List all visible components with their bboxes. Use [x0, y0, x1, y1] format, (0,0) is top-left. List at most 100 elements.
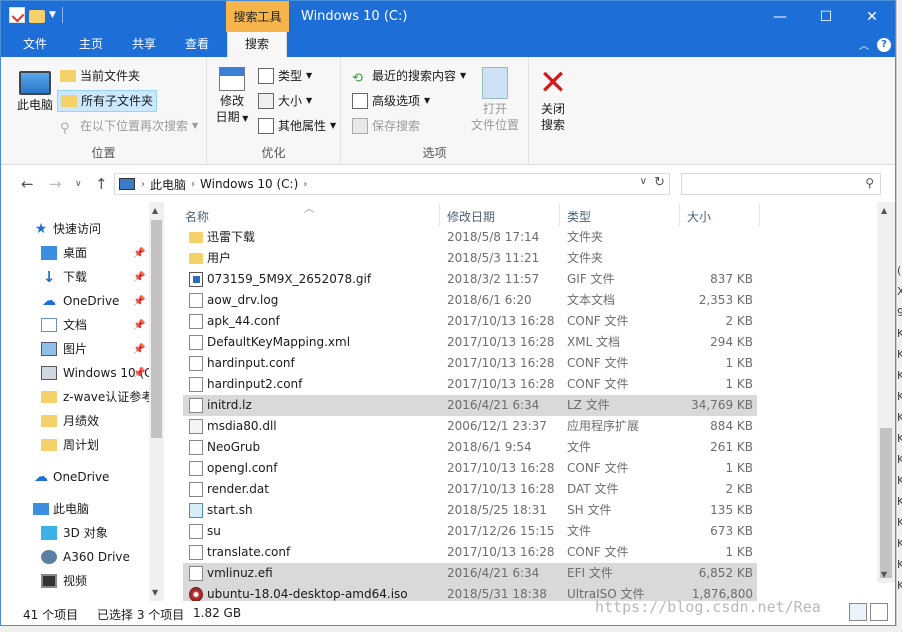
table-row[interactable]: DefaultKeyMapping.xml 2017/10/13 16:28 XML… [183, 332, 757, 353]
explorer-window: ▼ 搜索工具 Windows 10 (C:) — ☐ ✕ 文件 主页 共享 查看… [0, 0, 896, 626]
tab-home[interactable]: 主页 [67, 32, 115, 57]
tab-view[interactable]: 查看 [173, 32, 221, 57]
size-button[interactable]: 大小 ▼ [255, 90, 315, 112]
title-bar[interactable]: ▼ 搜索工具 Windows 10 (C:) — ☐ ✕ [1, 1, 895, 32]
close-search-button[interactable]: ✕ 关闭 搜索 [533, 66, 573, 133]
sidebar-item-3d-objects[interactable]: 3D 对象 [41, 521, 108, 545]
file-type: CONF 文件 [567, 377, 629, 391]
date-modified-button[interactable]: 修改 日期 ▼ [213, 67, 251, 127]
recent-locations-chevron-icon[interactable]: ∨ [75, 179, 82, 189]
tab-search[interactable]: 搜索 [227, 32, 287, 57]
other-properties-button[interactable]: 其他属性 ▼ [255, 115, 339, 137]
address-dropdown-icon[interactable]: ∨ [640, 176, 647, 187]
scroll-down-icon[interactable]: ▼ [152, 588, 158, 597]
sidebar-item-quick-access[interactable]: ★ 快速访问 [33, 217, 101, 241]
forward-button[interactable]: → [49, 175, 62, 193]
column-header-size[interactable]: 大小 [687, 208, 711, 225]
new-folder-icon[interactable] [29, 9, 45, 23]
sidebar-item-this-pc[interactable]: 此电脑 [33, 497, 89, 521]
table-row[interactable]: hardinput2.conf 2017/10/13 16:28 CONF 文件 1 … [183, 374, 757, 395]
back-button[interactable]: ← [21, 175, 34, 193]
table-row[interactable]: NeoGrub 2018/6/1 9:54 文件 261 KB [183, 437, 757, 458]
current-folder-button[interactable]: 当前文件夹 [57, 65, 143, 87]
collapse-ribbon-chevron-icon[interactable]: ︿ [859, 37, 869, 52]
kind-button[interactable]: 类型 ▼ [255, 65, 315, 87]
breadcrumb-separator-icon[interactable]: › [303, 179, 307, 190]
address-bar[interactable]: › 此电脑 › Windows 10 (C:) › ∨ ↻ [114, 173, 670, 195]
sidebar-item-a360[interactable]: A360 Drive [41, 545, 130, 569]
sidebar-item-weekly[interactable]: 周计划 [41, 433, 99, 457]
pin-icon[interactable]: 📌 [133, 344, 145, 355]
scroll-down-icon[interactable]: ▼ [881, 570, 887, 579]
breadcrumb-this-pc[interactable]: 此电脑 [145, 176, 191, 193]
pin-icon[interactable]: 📌 [133, 368, 145, 379]
pin-icon[interactable]: 📌 [133, 272, 145, 283]
table-row[interactable]: start.sh 2018/5/25 18:31 SH 文件 135 KB [183, 500, 757, 521]
table-row[interactable]: render.dat 2017/10/13 16:28 DAT 文件 2 KB [183, 479, 757, 500]
up-button[interactable]: ↑ [95, 175, 108, 193]
file-date: 2017/10/13 16:28 [447, 461, 555, 475]
window-controls: — ☐ ✕ [757, 1, 895, 32]
properties-icon[interactable] [9, 7, 25, 23]
tab-share[interactable]: 共享 [120, 32, 168, 57]
table-row[interactable]: 迅雷下载 2018/5/8 17:14 文件夹 [183, 227, 757, 248]
tab-file[interactable]: 文件 [11, 32, 60, 57]
pin-icon[interactable]: 📌 [133, 248, 145, 259]
sidebar-item-documents[interactable]: 文档 [41, 313, 87, 337]
sidebar-item-onedrive[interactable]: ☁ OneDrive [33, 465, 109, 489]
sidebar-item-onedrive-pinned[interactable]: ☁ OneDrive [41, 289, 119, 313]
close-button[interactable]: ✕ [849, 1, 895, 32]
table-row[interactable]: 073159_5M9X_2652078.gif 2018/3/2 11:57 GIF… [183, 269, 757, 290]
maximize-button[interactable]: ☐ [803, 1, 849, 32]
breadcrumb-drive[interactable]: Windows 10 (C:) [195, 177, 303, 191]
table-row[interactable]: aow_drv.log 2018/6/1 6:20 文本文档 2,353 KB [183, 290, 757, 311]
computer-icon [19, 71, 51, 95]
window-title: Windows 10 (C:) [301, 9, 408, 24]
table-row[interactable]: apk_44.conf 2017/10/13 16:28 CONF 文件 2 KB [183, 311, 757, 332]
sidebar-item-pictures[interactable]: 图片 [41, 337, 87, 361]
navigation-bar: ← → ∨ ↑ › 此电脑 › Windows 10 (C:) › ∨ ↻ ⚲ [1, 166, 895, 202]
column-header-type[interactable]: 类型 [567, 208, 591, 225]
details-view-icon[interactable] [849, 603, 867, 621]
table-row[interactable]: opengl.conf 2017/10/13 16:28 CONF 文件 1 KB [183, 458, 757, 479]
pin-icon[interactable]: 📌 [133, 296, 145, 307]
table-row[interactable]: translate.conf 2017/10/13 16:28 CONF 文件 1 K… [183, 542, 757, 563]
file-name: 迅雷下载 [207, 230, 256, 244]
advanced-options-button[interactable]: 高级选项 ▼ [349, 90, 433, 112]
sidebar-item-downloads[interactable]: ↓ 下载 [41, 265, 87, 289]
navigation-pane-scrollbar[interactable]: ▲ ▼ [149, 202, 164, 601]
file-list-scrollbar[interactable]: ▲ ▼ [877, 202, 895, 583]
pin-icon[interactable]: 📌 [133, 320, 145, 331]
folder-file-icon [189, 232, 203, 243]
sidebar-item-videos[interactable]: 视频 [41, 569, 87, 593]
search-icon[interactable]: ⚲ [865, 176, 874, 190]
scrollbar-thumb[interactable] [151, 220, 162, 438]
all-subfolders-button[interactable]: 所有子文件夹 [57, 90, 158, 112]
table-row[interactable]: su 2017/12/26 15:15 文件 673 KB [183, 521, 757, 542]
recent-searches-button[interactable]: ⟲ 最近的搜索内容 ▼ [349, 65, 469, 87]
table-row[interactable]: msdia80.dll 2006/12/1 23:37 应用程序扩展 884 KB [183, 416, 757, 437]
column-header-date[interactable]: 修改日期 [447, 208, 495, 225]
file-date: 2018/6/1 6:20 [447, 293, 532, 307]
scrollbar-thumb[interactable] [880, 428, 892, 578]
minimize-button[interactable]: — [757, 1, 803, 32]
save-search-button[interactable]: 保存搜索 [349, 115, 423, 137]
open-file-location-button[interactable]: 打开 文件位置 [467, 67, 523, 133]
this-pc-button[interactable]: 此电脑 [13, 67, 57, 113]
column-header-name[interactable]: 名称 [185, 208, 209, 225]
scroll-up-icon[interactable]: ▲ [881, 206, 887, 215]
scroll-up-icon[interactable]: ▲ [152, 206, 158, 215]
customize-toolbar-chevron-icon[interactable]: ▼ [49, 10, 56, 20]
help-icon[interactable]: ? [877, 37, 891, 52]
table-row[interactable]: hardinput.conf 2017/10/13 16:28 CONF 文件 1 K… [183, 353, 757, 374]
table-row[interactable]: initrd.lz 2016/4/21 6:34 LZ 文件 34,769 KB [183, 395, 757, 416]
large-icons-view-icon[interactable] [870, 603, 888, 621]
refresh-icon[interactable]: ↻ [654, 175, 665, 190]
sidebar-item-desktop[interactable]: 桌面 [41, 241, 87, 265]
table-row[interactable]: 用户 2018/5/3 11:21 文件夹 [183, 248, 757, 269]
sidebar-item-zwave[interactable]: z-wave认证参考 [41, 385, 153, 409]
table-row[interactable]: vmlinuz.efi 2016/4/21 6:34 EFI 文件 6,852 KB [183, 563, 757, 584]
search-again-in-button[interactable]: ⚲ 在以下位置再次搜索 ▼ [57, 115, 201, 137]
sidebar-item-monthly[interactable]: 月绩效 [41, 409, 99, 433]
search-box[interactable]: ⚲ [681, 173, 881, 195]
